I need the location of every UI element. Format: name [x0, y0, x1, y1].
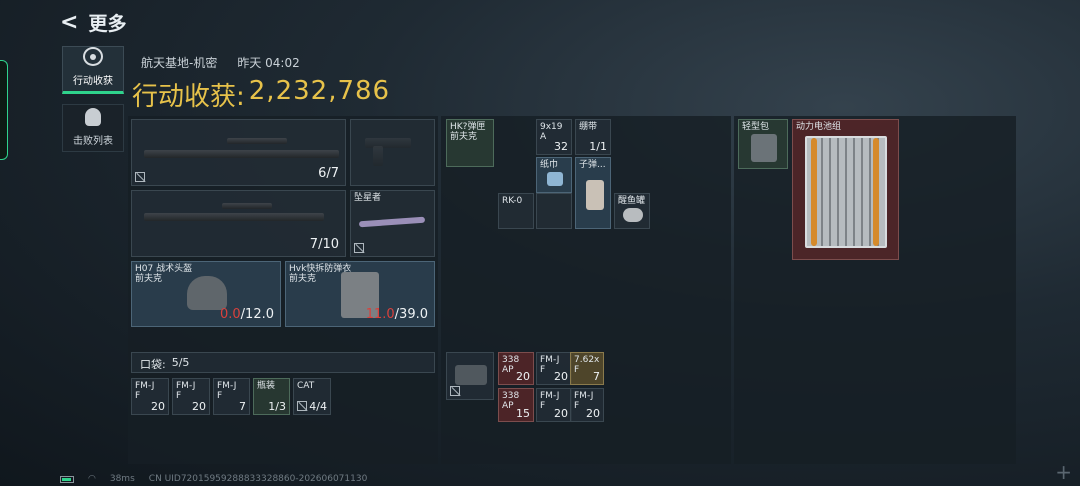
lock-icon [450, 386, 460, 396]
tissue-icon [547, 172, 563, 186]
ammo-9x19[interactable]: 9x19 A 32 [536, 119, 572, 155]
loot-value: 2,232,786 [248, 76, 391, 106]
loot-total: 行动收获: 2,232,786 [132, 76, 390, 113]
map-name: 航天基地-机密 [141, 56, 218, 70]
battery-strap-icon [811, 138, 817, 246]
ammo-fmj[interactable]: FM-J F 20 [570, 388, 604, 422]
scope-icon [227, 138, 287, 144]
ammo-338ap[interactable]: 338 AP 15 [498, 388, 534, 422]
backpack-icon [751, 134, 777, 162]
helmet-name: H07 战术头盔 [135, 264, 193, 274]
pocket-item[interactable]: FM-J F 20 [131, 378, 169, 415]
ping: 38ms [109, 474, 135, 484]
skull-icon [85, 108, 101, 126]
canned-fish-item[interactable]: 醒鱼罐 [614, 193, 650, 229]
ammo-fmj[interactable]: FM-J F 20 [536, 388, 572, 422]
uid: CN UID72015959288833328860-202606071130 [148, 474, 368, 484]
bandage-item[interactable]: 绷带 1/1 [575, 119, 611, 155]
pocket-label: 口袋: [140, 358, 166, 371]
melee-slot[interactable]: 坠星者 [350, 190, 435, 257]
helmet-durability: 0.0/12.0 [219, 307, 274, 322]
helmet-icon [187, 276, 227, 310]
armor-slot[interactable]: Hvk快拆防弹衣 前夫克 11.0/39.0 [285, 261, 435, 327]
pistol-icon [365, 138, 411, 148]
raid-time: 昨天 04:02 [237, 56, 300, 70]
pocket-item[interactable]: CAT 4/4 [293, 378, 331, 415]
primary-rifle-slot[interactable]: 6/7 [131, 119, 346, 186]
crosshair-icon: + [1055, 460, 1072, 484]
battery-strap-icon [873, 138, 879, 246]
ammo-box-item[interactable]: 子弹... [575, 157, 611, 229]
raid-meta: 航天基地-机密 昨天 04:02 [141, 54, 300, 71]
back-arrow-icon[interactable]: < [60, 10, 78, 35]
header: < 更多 [60, 8, 126, 36]
empty-slot[interactable] [536, 193, 572, 229]
lock-icon [354, 243, 364, 253]
case-icon [455, 365, 487, 385]
marksman-rifle-icon [144, 213, 324, 221]
armor-durability: 11.0/39.0 [365, 307, 428, 322]
pistol-grip-icon [373, 146, 383, 166]
loot-label: 行动收获: [132, 82, 245, 112]
storage-case-item[interactable] [446, 352, 494, 400]
knife-icon [358, 216, 426, 228]
lock-icon [135, 172, 145, 182]
wifi-icon: ◠ [88, 474, 96, 484]
pocket-item[interactable]: FM-J F 20 [172, 378, 210, 415]
back-title[interactable]: 更多 [88, 9, 126, 36]
pocket-item[interactable]: 瓶装 1/3 [253, 378, 290, 415]
lock-icon [297, 401, 307, 411]
pocket-count: 5/5 [171, 356, 190, 369]
sniper-rifle-icon [144, 150, 339, 158]
tab-action-harvest[interactable]: 行动收获 [62, 46, 124, 94]
side-edge-tab[interactable] [0, 60, 8, 160]
armor-maker: 前夫克 [289, 274, 317, 284]
pocket-item[interactable]: FM-J F 7 [213, 378, 250, 415]
ammo-box-icon [586, 180, 604, 210]
ammo-fmj[interactable]: FM-J F 20 [536, 352, 572, 385]
tab-label: 击败列表 [73, 136, 113, 147]
pocket-header: 口袋: 5/5 [131, 352, 435, 373]
ammo-count: 7/10 [309, 237, 339, 252]
harvest-icon [83, 47, 103, 66]
tab-kill-list[interactable]: 击败列表 [62, 104, 124, 152]
battery-icon [60, 475, 74, 483]
scope-icon [222, 203, 272, 209]
helmet-maker: 前夫克 [135, 274, 163, 284]
ammo-338ap[interactable]: 338 AP 20 [498, 352, 534, 385]
secondary-rifle-slot[interactable]: 7/10 [131, 190, 346, 257]
pistol-slot[interactable] [350, 119, 435, 186]
can-icon [623, 208, 643, 222]
tissue-item[interactable]: 纸巾 [536, 157, 572, 193]
ammo-762[interactable]: 7.62x F 7 [570, 352, 604, 385]
backpack-slot[interactable]: 轻型包 [738, 119, 788, 169]
helmet-slot[interactable]: H07 战术头盔 前夫克 0.0/12.0 [131, 261, 281, 327]
status-bar: ◠ 38ms CN UID72015959288833328860-202606… [60, 474, 367, 484]
ammo-count: 6/7 [318, 166, 339, 181]
chest-rig-item[interactable]: HK?弹匣 前夫克 [446, 119, 494, 167]
melee-name: 坠星者 [354, 193, 382, 203]
power-battery-item[interactable]: 动力电池组 [792, 119, 899, 260]
rk-item[interactable]: RK-0 [498, 193, 534, 229]
tab-label: 行动收获 [73, 76, 113, 87]
